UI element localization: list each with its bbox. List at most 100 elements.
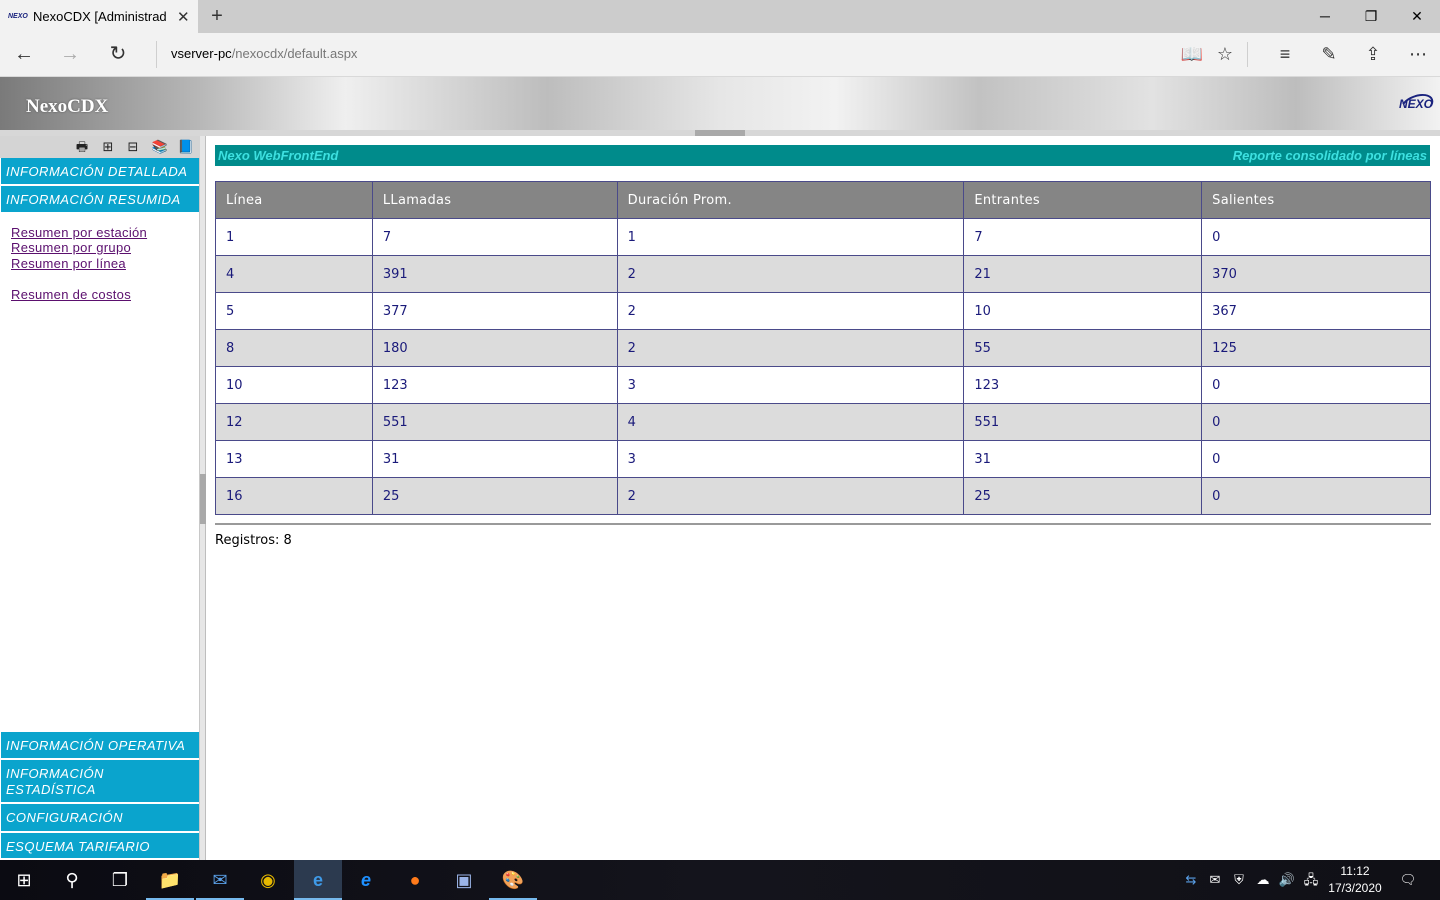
cell-duracion: 1 [616,218,965,256]
cell-salientes: 0 [1201,366,1431,404]
cell-linea: 12 [215,403,373,441]
link-resumen-de-costos[interactable]: Resumen de costos [11,287,131,302]
firefox-icon[interactable]: ● [391,860,439,900]
chrome-icon[interactable]: ◉ [244,860,292,900]
nexo-favicon-icon: NEXO [8,12,28,20]
cell-llamadas: 31 [371,440,618,478]
cell-entrantes: 123 [963,366,1203,404]
help-book-icon[interactable]: 📘 [176,138,196,156]
expand-vertical-icon[interactable]: ⊟ [123,138,143,156]
teamviewer-tray-icon[interactable]: ⇆ [1180,870,1202,890]
outlook-icon[interactable]: ✉ [196,860,244,900]
url-path: /nexocdx/default.aspx [231,46,358,61]
menu-informacion-detallada[interactable]: INFORMACIÓN DETALLADA [1,158,199,186]
cell-entrantes: 55 [963,329,1203,367]
column-header-salientes: Salientes [1201,181,1431,219]
menu-informacion-resumida[interactable]: INFORMACIÓN RESUMIDA [1,186,199,214]
cell-llamadas: 391 [371,255,618,293]
forward-button[interactable]: → [46,33,94,76]
cell-linea: 10 [215,366,373,404]
file-explorer-icon[interactable]: 📁 [146,860,194,900]
column-header-duracion: Duración Prom. [616,181,965,219]
network-icon[interactable]: 🖧 [1300,870,1322,890]
cell-salientes: 367 [1201,292,1431,330]
notifications-icon[interactable]: 🗨 [1396,870,1420,890]
internet-explorer-icon[interactable]: e [342,860,390,900]
close-window-button[interactable]: ✕ [1394,0,1440,33]
link-resumen-por-linea[interactable]: Resumen por línea [11,256,126,271]
task-view-icon[interactable]: ❐ [96,860,144,900]
cell-linea: 1 [215,218,373,256]
url-host: vserver-pc [171,46,232,61]
cell-linea: 5 [215,292,373,330]
menu-configuracion[interactable]: CONFIGURACIÓN [1,804,199,833]
cell-salientes: 125 [1201,329,1431,367]
toolbar-separator [1247,42,1248,67]
back-button[interactable]: ← [0,33,48,76]
link-resumen-por-estacion[interactable]: Resumen por estación [11,225,147,240]
cell-llamadas: 123 [371,366,618,404]
clock-time: 11:12 [1340,864,1370,878]
books-icon[interactable]: 📚 [150,138,170,156]
start-button[interactable]: ⊞ [0,860,48,900]
share-icon[interactable]: ⇪ [1353,33,1393,76]
nexo-logo: NEXO [1397,89,1437,121]
cell-entrantes: 10 [963,292,1203,330]
remote-desktop-icon[interactable]: ▣ [440,860,488,900]
print-icon[interactable]: 🖶 [72,138,92,156]
expand-horizontal-icon[interactable]: ⊞ [98,138,118,156]
table-row: 16 25 2 25 0 [215,477,1431,515]
web-note-icon[interactable]: ✎ [1309,33,1349,76]
paint-icon[interactable]: 🎨 [489,860,537,900]
column-header-entrantes: Entrantes [963,181,1203,219]
taskbar-clock[interactable]: 11:12 17/3/2020 [1322,863,1388,897]
search-icon[interactable]: ⚲ [48,860,96,900]
restore-window-button[interactable]: ❐ [1348,0,1394,33]
cell-linea: 16 [215,477,373,515]
table-row: 12 551 4 551 0 [215,403,1431,441]
menu-informacion-estadistica[interactable]: INFORMACIÓN ESTADÍSTICA [1,760,199,804]
volume-icon[interactable]: 🔊 [1276,870,1298,890]
url-field[interactable]: vserver-pc/nexocdx/default.aspx [171,46,357,61]
table-row: 13 31 3 31 0 [215,440,1431,478]
table-row: 1 7 1 7 0 [215,218,1431,256]
app-header: NexoCDX NEXO [0,77,1440,130]
cell-llamadas: 377 [371,292,618,330]
sidebar: 🖶 ⊞ ⊟ 📚 📘 INFORMACIÓN DETALLADA INFORMAC… [0,136,200,860]
cell-salientes: 0 [1201,403,1431,441]
cell-duracion: 2 [616,477,965,515]
cell-entrantes: 7 [963,218,1203,256]
security-shield-icon[interactable]: ⛨ [1228,870,1250,890]
table-row: 4 391 2 21 370 [215,255,1431,293]
hub-icon[interactable]: ≡ [1265,33,1305,76]
browser-tab-bar: NEXO NexoCDX [Administrado ✕ + ─ ❐ ✕ [0,0,1440,33]
menu-informacion-operativa[interactable]: INFORMACIÓN OPERATIVA [1,732,199,760]
address-separator [156,41,157,68]
browser-tab[interactable]: NEXO NexoCDX [Administrado ✕ [0,0,198,33]
mail-tray-icon[interactable]: ✉ [1204,870,1226,890]
cell-llamadas: 7 [371,218,618,256]
app-title: NexoCDX [26,96,109,117]
refresh-button[interactable]: ↻ [94,33,142,76]
favorite-star-icon[interactable]: ☆ [1205,33,1245,76]
close-tab-icon[interactable]: ✕ [177,8,190,26]
table-divider [215,523,1431,525]
cell-entrantes: 25 [963,477,1203,515]
report-app-label: Nexo WebFrontEnd [218,148,339,163]
link-resumen-por-grupo[interactable]: Resumen por grupo [11,240,131,255]
menu-esquema-tarifario[interactable]: ESQUEMA TARIFARIO [1,833,199,860]
minimize-window-button[interactable]: ─ [1302,0,1348,33]
cell-duracion: 3 [616,440,965,478]
logo-text: NEXO [1399,97,1434,111]
table-row: 10 123 3 123 0 [215,366,1431,404]
new-tab-button[interactable]: + [206,4,228,28]
edge-icon[interactable]: e [294,860,342,900]
more-icon[interactable]: ⋯ [1398,33,1438,76]
cell-duracion: 2 [616,255,965,293]
clock-date: 17/3/2020 [1328,881,1382,895]
cell-duracion: 2 [616,329,965,367]
onedrive-cloud-icon[interactable]: ☁ [1252,870,1274,890]
cell-salientes: 0 [1201,477,1431,515]
cell-entrantes: 551 [963,403,1203,441]
sidebar-splitter[interactable] [200,136,206,860]
